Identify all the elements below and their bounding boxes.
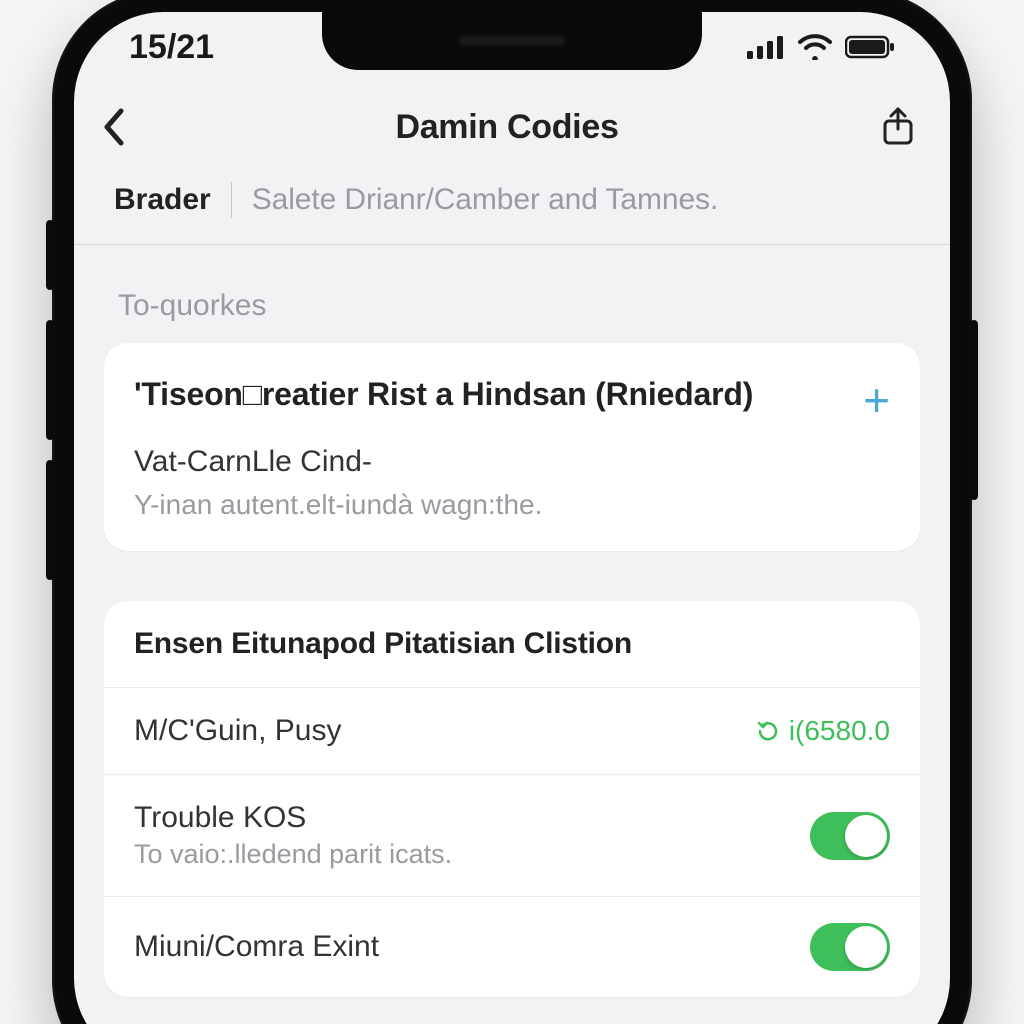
back-button[interactable] [99,105,169,149]
nav-header: Damin Codies [74,82,950,172]
row-title: M/C'Guin, Pusy [134,714,735,748]
status-time: 15/21 [129,28,214,67]
side-button [46,460,54,580]
status-right [747,34,895,60]
card-description: Y-inan autent.elt-iundà wagn:the. [104,483,920,551]
row-title: Miuni/Comra Exint [134,930,790,964]
wifi-icon [797,34,833,60]
list-item[interactable]: Miuni/Comra Exint [104,897,920,997]
row-value: i(6580.0 [755,715,890,747]
phone-frame: 15/21 [52,0,972,1024]
list-item[interactable]: M/C'Guin, Pusy i(6580.0 [104,688,920,775]
toggle-switch[interactable] [810,812,890,860]
screen: 15/21 [74,12,950,1024]
toggle-switch[interactable] [810,923,890,971]
side-button [46,220,54,290]
row-value-text: i(6580.0 [789,715,890,747]
row-subtitle: To vaio:.lledend parit icats. [134,839,790,870]
breadcrumb-rest: Salete Drianr/Camber and Tamnes. [252,183,718,217]
list-header: Ensen Eitunapod Pitatisian Clistion [104,601,920,688]
side-button [46,320,54,440]
card-title: 'Tiseon□reatier Rist a Hindsan (Rniedard… [134,373,843,416]
card-subtitle: Vat-CarnLle Cind- [104,433,920,483]
side-button [970,320,978,500]
section-label: To-quorkes [104,289,920,343]
redo-arrow-icon [755,718,781,744]
notch [322,12,702,70]
breadcrumb-active[interactable]: Brader [114,183,211,217]
settings-list: Ensen Eitunapod Pitatisian Clistion M/C'… [104,601,920,997]
breadcrumb: Brader Salete Drianr/Camber and Tamnes. [74,172,950,245]
plus-icon[interactable]: + [863,373,890,423]
breadcrumb-separator [231,182,232,218]
row-title: Trouble KOS [134,801,790,835]
share-button[interactable] [845,107,915,147]
cellular-icon [747,35,785,59]
battery-icon [845,35,895,59]
content-area: To-quorkes 'Tiseon□reatier Rist a Hindsa… [74,245,950,997]
speaker-grille [457,35,567,47]
page-title: Damin Codies [395,108,618,147]
quote-card[interactable]: 'Tiseon□reatier Rist a Hindsan (Rniedard… [104,343,920,551]
list-item[interactable]: Trouble KOS To vaio:.lledend parit icats… [104,775,920,897]
